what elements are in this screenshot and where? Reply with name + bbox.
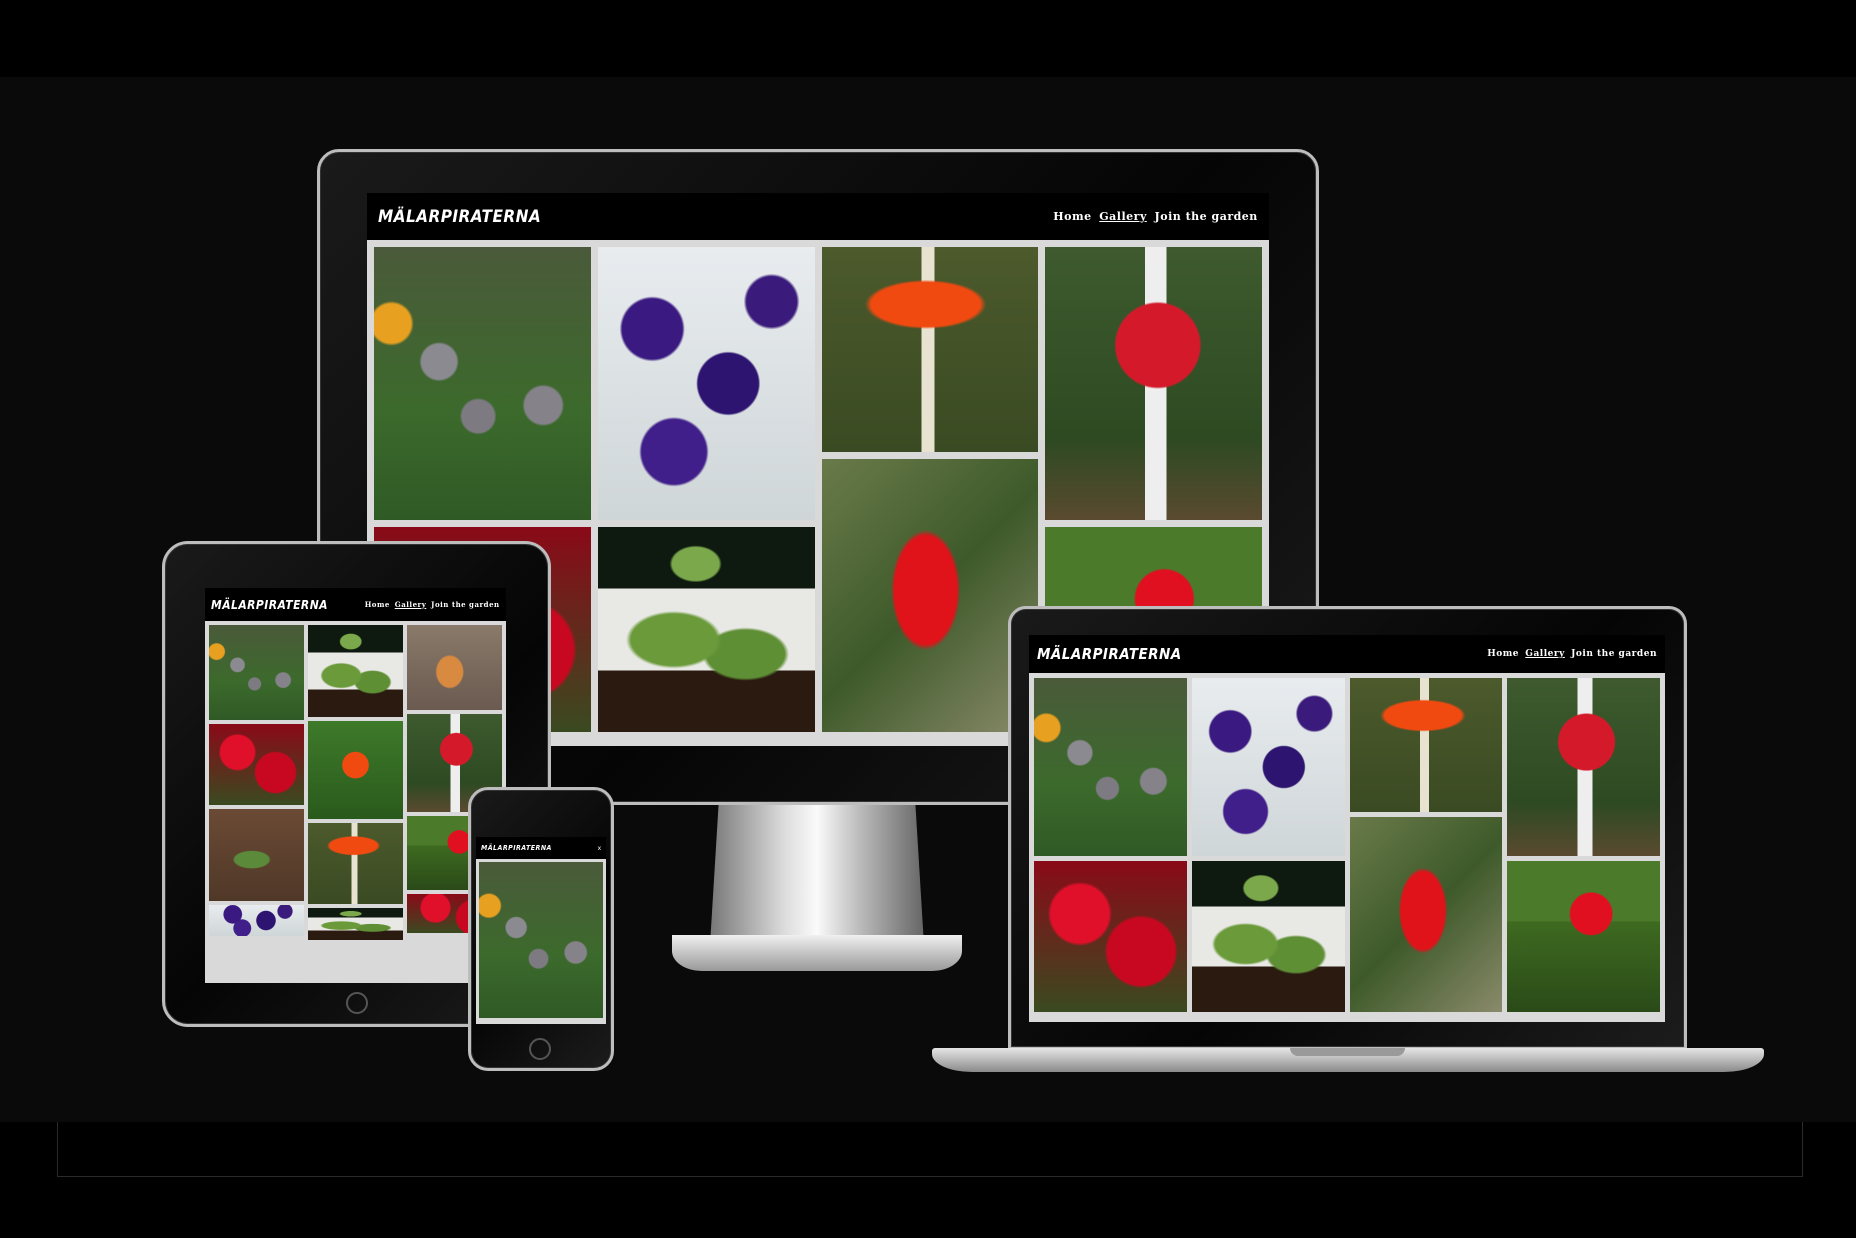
site-header: MÄLARPIRATERNA Home Gallery Join the gar… (205, 588, 506, 621)
gallery-column (597, 247, 815, 739)
gallery-photo[interactable] (597, 527, 815, 732)
gallery-photo[interactable] (407, 625, 502, 710)
phone-screen: MÄLARPIRATERNA x (476, 837, 606, 1024)
gallery-photo[interactable] (1191, 678, 1345, 857)
gallery-column (1034, 678, 1187, 1017)
nav-gallery[interactable]: Gallery (1525, 649, 1565, 659)
tablet-screen: MÄLARPIRATERNA Home Gallery Join the gar… (205, 588, 506, 983)
close-menu-button[interactable]: x (598, 845, 602, 852)
gallery-column (1191, 678, 1345, 1017)
nav-home[interactable]: Home (1487, 649, 1519, 659)
gallery-column (308, 625, 403, 979)
nav-join-the-garden[interactable]: Join the garden (1155, 210, 1258, 223)
monitor-stand (710, 805, 924, 945)
gallery-column (1349, 678, 1503, 1017)
nav-home[interactable]: Home (365, 600, 390, 609)
gallery-photo[interactable] (1349, 816, 1503, 1012)
gallery-column (1507, 678, 1660, 1017)
main-nav: Home Gallery Join the garden (365, 600, 500, 609)
gallery-photo[interactable] (209, 809, 304, 901)
photo-gallery (205, 621, 506, 983)
nav-home[interactable]: Home (1053, 210, 1091, 223)
site-logo[interactable]: MÄLARPIRATERNA (211, 598, 328, 612)
site-header: MÄLARPIRATERNA Home Gallery Join the gar… (367, 193, 1269, 240)
gallery-photo[interactable] (479, 862, 603, 1018)
gallery-photo[interactable] (308, 823, 403, 905)
nav-join-the-garden[interactable]: Join the garden (1571, 649, 1657, 659)
nav-gallery[interactable]: Gallery (395, 600, 427, 609)
gallery-photo[interactable] (209, 904, 304, 937)
nav-gallery[interactable]: Gallery (1099, 210, 1147, 223)
photo-gallery (476, 859, 606, 1024)
gallery-photo[interactable] (308, 720, 403, 820)
main-nav: Home Gallery Join the garden (1053, 210, 1258, 223)
gallery-photo[interactable] (1349, 678, 1503, 812)
gallery-photo[interactable] (374, 247, 591, 521)
site-header: MÄLARPIRATERNA x (476, 837, 606, 859)
laptop-notch (1290, 1048, 1405, 1056)
photo-gallery (1029, 673, 1665, 1022)
phone-home-button[interactable] (529, 1038, 551, 1060)
gallery-photo[interactable] (1507, 861, 1660, 1012)
main-nav: Home Gallery Join the garden (1487, 649, 1657, 659)
gallery-photo[interactable] (308, 908, 403, 940)
footer-frame (57, 1122, 1803, 1177)
gallery-photo[interactable] (821, 458, 1039, 732)
site-logo[interactable]: MÄLARPIRATERNA (481, 844, 552, 852)
gallery-photo[interactable] (1191, 861, 1345, 1012)
gallery-photo[interactable] (821, 247, 1039, 452)
site-header: MÄLARPIRATERNA Home Gallery Join the gar… (1029, 635, 1665, 673)
gallery-photo[interactable] (308, 625, 403, 717)
site-logo[interactable]: MÄLARPIRATERNA (1037, 645, 1182, 663)
gallery-photo[interactable] (1034, 678, 1187, 857)
gallery-photo[interactable] (209, 625, 304, 721)
gallery-column (821, 247, 1039, 739)
gallery-column (209, 625, 304, 979)
monitor-stand-base (672, 935, 962, 971)
tablet-home-button[interactable] (346, 992, 368, 1014)
gallery-photo[interactable] (597, 247, 815, 521)
gallery-photo[interactable] (209, 724, 304, 806)
gallery-photo[interactable] (1507, 678, 1660, 857)
gallery-column (479, 862, 603, 1021)
site-logo[interactable]: MÄLARPIRATERNA (378, 207, 541, 227)
gallery-photo[interactable] (1034, 861, 1187, 1012)
nav-join-the-garden[interactable]: Join the garden (431, 600, 499, 609)
laptop-screen: MÄLARPIRATERNA Home Gallery Join the gar… (1029, 635, 1665, 1022)
gallery-photo[interactable] (1045, 247, 1262, 521)
